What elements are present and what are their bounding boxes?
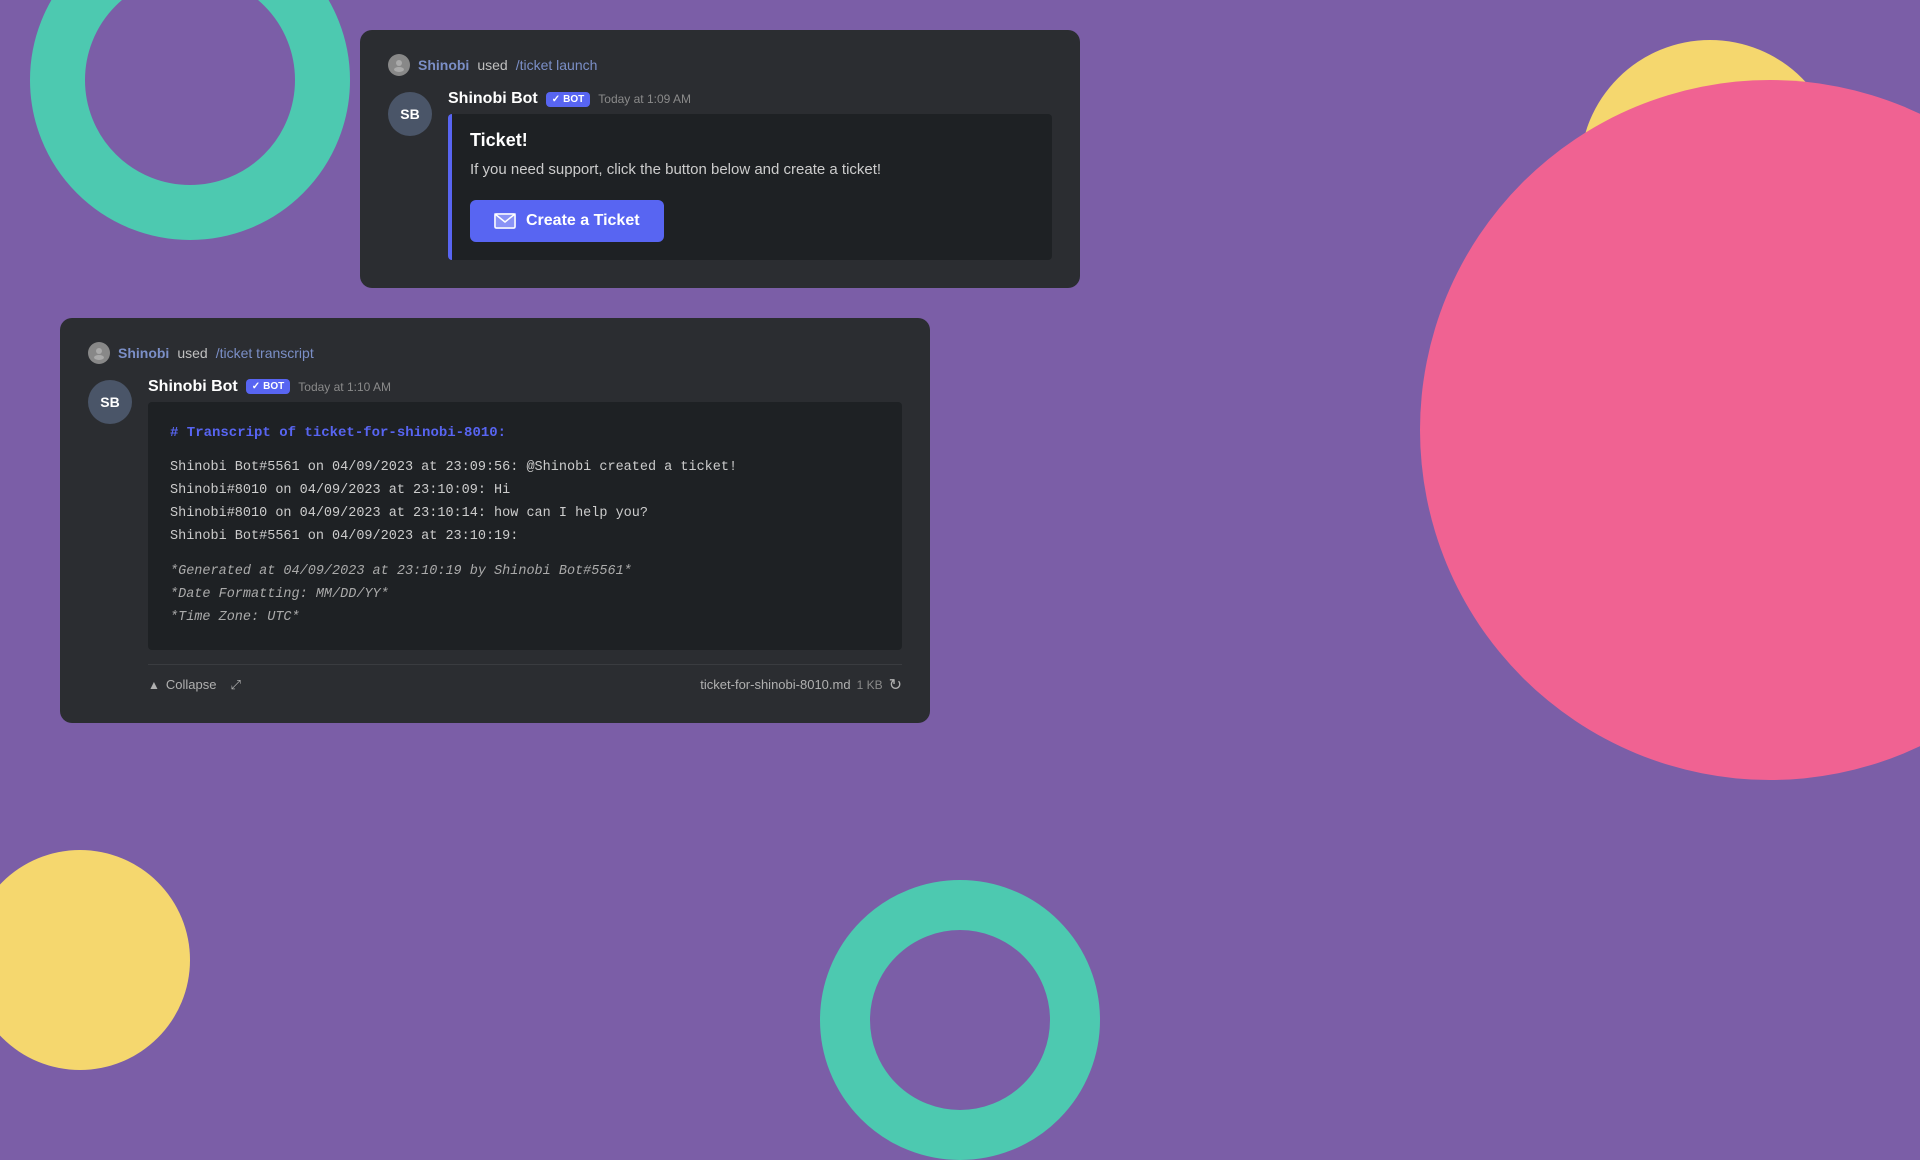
bot-badge-1: ✓ BOT (546, 92, 591, 107)
ticket-transcript-card: Shinobi used /ticket transcript SB Shino… (60, 318, 930, 723)
transcript-embed: # Transcript of ticket-for-shinobi-8010:… (148, 402, 902, 650)
bot-name-1: Shinobi Bot (448, 90, 538, 108)
transcript-generated-info: *Generated at 04/09/2023 at 23:10:19 by … (170, 561, 880, 630)
transcript-line-1: Shinobi Bot#5561 on 04/09/2023 at 23:09:… (170, 457, 880, 480)
embed-title-1: Ticket! (470, 130, 1034, 151)
message-header-2: Shinobi Bot ✓ BOT Today at 1:10 AM (148, 378, 902, 396)
collapse-label: Collapse (166, 677, 217, 692)
message-content-2: Shinobi Bot ✓ BOT Today at 1:10 AM # Tra… (148, 378, 902, 695)
embed-description-1: If you need support, click the button be… (470, 159, 1034, 182)
command-line-2: Shinobi used /ticket transcript (88, 342, 902, 364)
generated-line-3: *Time Zone: UTC* (170, 607, 880, 630)
command-user-avatar-1 (388, 54, 410, 76)
bot-badge-2: ✓ BOT (246, 379, 291, 394)
generated-line-2: *Date Formatting: MM/DD/YY* (170, 584, 880, 607)
timestamp-1: Today at 1:09 AM (598, 92, 691, 106)
checkmark-icon-1: ✓ (552, 94, 560, 105)
transcript-footer: ▲ Collapse ⤢ ticket-for-shinobi-8010.md … (148, 664, 902, 695)
transcript-title: # Transcript of ticket-for-shinobi-8010: (170, 422, 880, 446)
bot-name-2: Shinobi Bot (148, 378, 238, 396)
message-header-1: Shinobi Bot ✓ BOT Today at 1:09 AM (448, 90, 1052, 108)
download-icon[interactable]: ↻ (889, 675, 902, 695)
collapse-button[interactable]: ▲ Collapse (148, 677, 216, 692)
avatar-2: SB (88, 380, 132, 424)
chevron-up-icon: ▲ (148, 678, 160, 692)
file-size: 1 KB (857, 678, 883, 692)
envelope-icon (494, 213, 516, 229)
command-username-1: Shinobi (418, 57, 469, 73)
avatar-1: SB (388, 92, 432, 136)
message-row-2: SB Shinobi Bot ✓ BOT Today at 1:10 AM # … (88, 378, 902, 695)
command-text-1: /ticket launch (516, 57, 598, 73)
command-username-2: Shinobi (118, 345, 169, 361)
file-info: ticket-for-shinobi-8010.md 1 KB ↻ (700, 675, 902, 695)
ticket-launch-card: Shinobi used /ticket launch SB Shinobi B… (360, 30, 1080, 288)
message-row-1: SB Shinobi Bot ✓ BOT Today at 1:09 AM Ti… (388, 90, 1052, 260)
file-name: ticket-for-shinobi-8010.md (700, 677, 850, 692)
create-ticket-label: Create a Ticket (526, 212, 640, 230)
timestamp-2: Today at 1:10 AM (298, 380, 391, 394)
command-text-2: /ticket transcript (216, 345, 314, 361)
expand-icon: ⤢ (230, 677, 240, 692)
footer-left: ▲ Collapse ⤢ (148, 677, 241, 693)
transcript-line-3: Shinobi#8010 on 04/09/2023 at 23:10:14: … (170, 503, 880, 526)
expand-button[interactable]: ⤢ (230, 677, 240, 693)
checkmark-icon-2: ✓ (252, 381, 260, 392)
transcript-line-2: Shinobi#8010 on 04/09/2023 at 23:10:09: … (170, 480, 880, 503)
transcript-line-4: Shinobi Bot#5561 on 04/09/2023 at 23:10:… (170, 526, 880, 549)
embed-card-1: Ticket! If you need support, click the b… (448, 114, 1052, 260)
command-used-text-2: used (177, 345, 207, 361)
generated-line-1: *Generated at 04/09/2023 at 23:10:19 by … (170, 561, 880, 584)
command-used-text-1: used (477, 57, 507, 73)
message-content-1: Shinobi Bot ✓ BOT Today at 1:09 AM Ticke… (448, 90, 1052, 260)
command-line-1: Shinobi used /ticket launch (388, 54, 1052, 76)
create-ticket-button[interactable]: Create a Ticket (470, 200, 664, 242)
content-wrapper: Shinobi used /ticket launch SB Shinobi B… (0, 0, 1920, 1080)
transcript-lines: Shinobi Bot#5561 on 04/09/2023 at 23:09:… (170, 457, 880, 549)
command-user-avatar-2 (88, 342, 110, 364)
